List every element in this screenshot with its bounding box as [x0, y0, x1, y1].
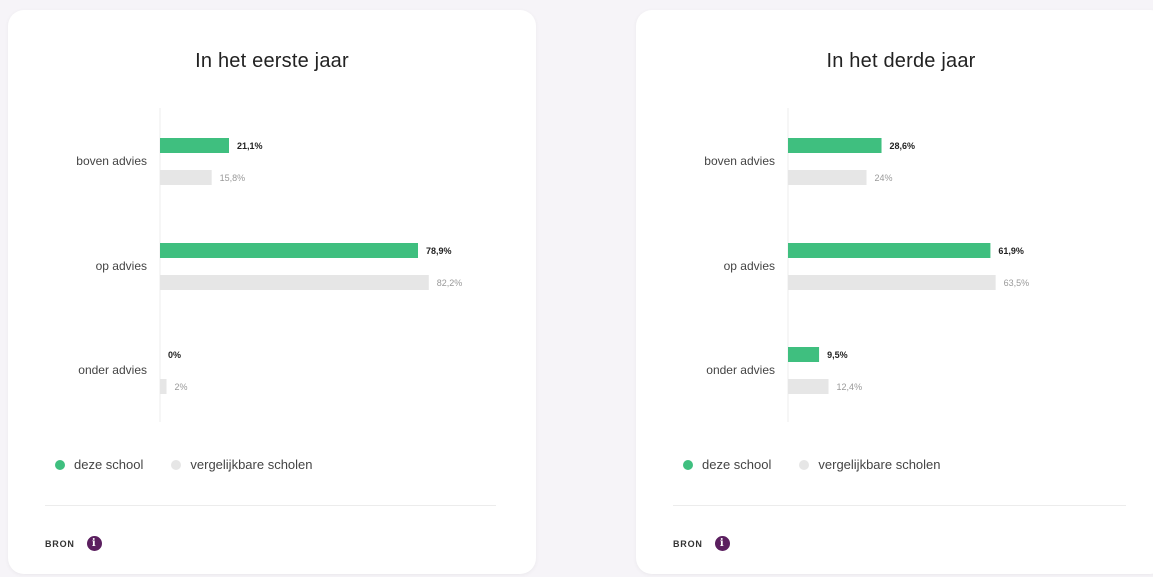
divider [45, 505, 496, 506]
info-icon[interactable]: i [714, 536, 730, 551]
legend-school-label: deze school [74, 457, 144, 472]
legend-comparable-label: vergelijkbare scholen [190, 457, 313, 472]
bar-vergelijkbare-scholen [788, 275, 996, 290]
info-icon[interactable]: i [86, 536, 102, 551]
bar-deze-school [788, 347, 820, 362]
data-label: 28,6% [890, 141, 916, 151]
data-label: 9,5% [827, 350, 848, 360]
data-label: 61,9% [998, 246, 1024, 256]
bar-deze-school [788, 243, 991, 258]
legend-school-label: deze school [702, 457, 772, 472]
legend-school-dot [683, 459, 693, 470]
bar-deze-school [160, 243, 419, 258]
category-label: boven advies [76, 154, 147, 168]
data-label: 0% [168, 350, 181, 360]
category-label: onder advies [706, 363, 775, 377]
category-label: op advies [96, 259, 147, 273]
bar-chart: boven advies 28,6% 24% op advies 61,9% 63,5% o… [704, 108, 1030, 422]
bar-vergelijkbare-scholen [160, 170, 212, 185]
source-label: BRON [673, 538, 703, 549]
bar-deze-school [788, 138, 882, 153]
category-label: boven advies [704, 154, 775, 168]
source-row: BRON i [45, 536, 102, 551]
legend-school-dot [55, 459, 65, 470]
bar-vergelijkbare-scholen [160, 379, 167, 394]
data-label: 24% [874, 173, 892, 183]
category-label: onder advies [78, 363, 147, 377]
source-row: BRON i [673, 536, 730, 551]
chart-card-first-year: In het eerste jaar boven advies 21,1% 15,8… [8, 10, 536, 574]
bar-chart: boven advies 21,1% 15,8% op advies 78,9% 82,2… [76, 108, 463, 422]
bar-vergelijkbare-scholen [788, 379, 829, 394]
legend-comparable-dot [171, 459, 182, 470]
bar-deze-school [160, 138, 229, 153]
data-label: 82,2% [437, 278, 463, 288]
data-label: 15,8% [220, 173, 246, 183]
legend-comparable-label: vergelijkbare scholen [818, 457, 941, 472]
chart-legend: deze school vergelijkbare scholen [55, 457, 341, 472]
data-label: 21,1% [237, 141, 263, 151]
data-label: 63,5% [1004, 278, 1030, 288]
divider [673, 505, 1126, 506]
data-label: 2% [175, 382, 188, 392]
data-label: 78,9% [426, 246, 452, 256]
bar-vergelijkbare-scholen [160, 275, 429, 290]
chart-card-third-year: In het derde jaar boven advies 28,6% 24% op… [636, 10, 1153, 574]
bar-vergelijkbare-scholen [788, 170, 867, 185]
category-label: op advies [724, 259, 775, 273]
legend-comparable-dot [799, 459, 810, 470]
source-label: BRON [45, 538, 75, 549]
data-label: 12,4% [837, 382, 863, 392]
chart-legend: deze school vergelijkbare scholen [683, 457, 969, 472]
